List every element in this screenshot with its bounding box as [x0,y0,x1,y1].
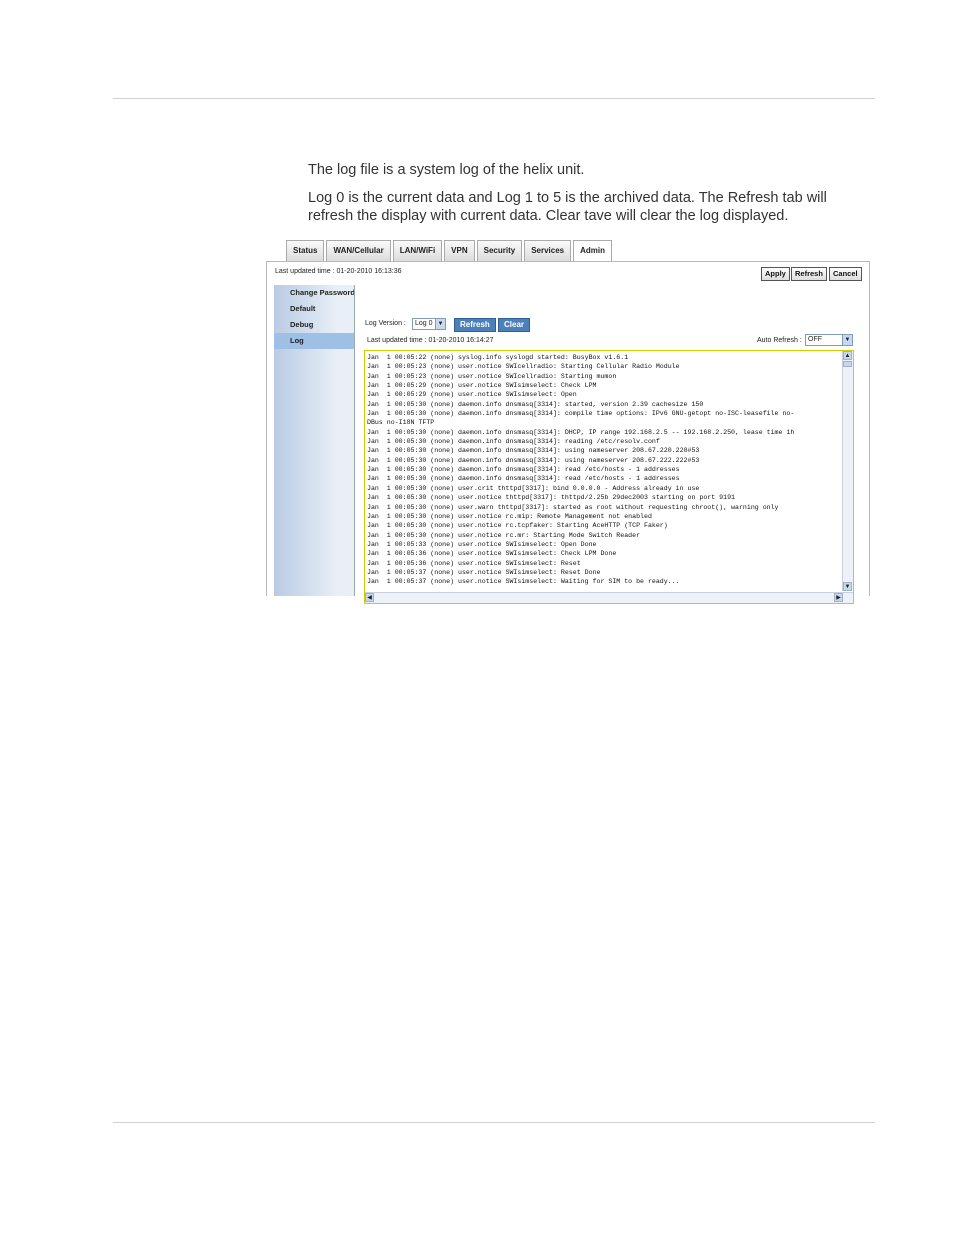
log-line: Jan 1 00:05:30 (none) daemon.info dnsmas… [367,410,795,418]
log-line: Jan 1 00:05:29 (none) user.notice SWIsim… [367,391,577,399]
log-version-label: Log Version : [365,320,406,327]
scroll-right-icon[interactable]: ▶ [834,593,843,602]
header-rule [113,98,875,99]
header-refresh-button[interactable]: Refresh [791,267,827,281]
log-line: Jan 1 00:05:29 (none) user.notice SWIsim… [367,382,597,390]
log-version-select[interactable]: Log 0 ▼ [412,318,446,330]
cancel-button[interactable]: Cancel [829,267,862,281]
description-paragraph: Log 0 is the current data and Log 1 to 5… [308,190,827,224]
tab-admin[interactable]: Admin [573,240,613,263]
auto-refresh-value: OFF [808,336,822,343]
scroll-up-icon[interactable]: ▲ [843,351,852,360]
log-textarea[interactable]: Jan 1 00:05:22 (none) syslog.info syslog… [364,350,854,604]
log-line: Jan 1 00:05:30 (none) user.notice thttpd… [367,494,735,502]
log-line: Jan 1 00:05:30 (none) daemon.info dnsmas… [367,456,700,464]
scroll-left-icon[interactable]: ◀ [365,593,374,602]
tab-services[interactable]: Services [524,240,572,261]
scroll-down-icon[interactable]: ▼ [843,582,852,591]
sidebar-item-log[interactable]: Log [274,333,354,349]
header-last-updated: Last updated time : 01-20-2010 16:13:36 [275,268,402,275]
log-line: Jan 1 00:05:23 (none) user.notice SWIcel… [367,363,680,371]
tab-bar: Status WAN/Cellular LAN/WiFi VPN Securit… [286,240,614,263]
footer-rule [113,1122,875,1123]
admin-panel: Last updated time : 01-20-2010 16:13:36 … [266,261,870,604]
tab-wan-cellular[interactable]: WAN/Cellular [326,240,391,261]
log-line: Jan 1 00:05:30 (none) daemon.info dnsmas… [367,475,680,483]
log-line: Jan 1 00:05:30 (none) daemon.info dnsmas… [367,400,704,408]
log-last-updated: Last updated time : 01-20-2010 16:14:27 [367,337,494,344]
log-line: Jan 1 00:05:30 (none) daemon.info dnsmas… [367,428,795,436]
apply-button[interactable]: Apply [761,267,790,281]
log-lines: Jan 1 00:05:22 (none) syslog.info syslog… [367,353,837,587]
log-line: Jan 1 00:05:22 (none) syslog.info syslog… [367,354,629,361]
auto-refresh-label: Auto Refresh : [757,337,802,344]
tab-status[interactable]: Status [286,240,325,261]
log-line: Jan 1 00:05:30 (none) user.notice rc.mip… [367,512,652,520]
log-version-value: Log 0 [415,320,433,327]
tab-lan-wifi[interactable]: LAN/WiFi [392,240,443,261]
log-line: Jan 1 00:05:30 (none) user.notice rc.mr:… [367,531,641,539]
log-refresh-button[interactable]: Refresh [454,318,496,332]
intro-paragraph: The log file is a system log of the heli… [308,162,585,178]
log-line: Jan 1 00:05:36 (none) user.notice SWIsim… [367,559,581,567]
chevron-down-icon: ▼ [435,319,445,329]
log-line: DBus no-I18N TFTP [367,419,435,427]
horizontal-scrollbar[interactable]: ◀ ▶ [365,592,853,603]
log-line: Jan 1 00:05:23 (none) user.notice SWIcel… [367,372,617,380]
tab-security[interactable]: Security [476,240,523,261]
tab-vpn[interactable]: VPN [444,240,475,261]
sidebar-item-change-password[interactable]: Change Password [274,285,354,301]
log-line: Jan 1 00:05:30 (none) daemon.info dnsmas… [367,447,700,455]
admin-sidebar: Change Password Default Debug Log [274,285,355,596]
log-line: Jan 1 00:05:30 (none) user.notice rc.tcp… [367,522,668,530]
sidebar-item-default[interactable]: Default [274,301,354,317]
log-line: Jan 1 00:05:30 (none) daemon.info dnsmas… [367,438,660,446]
log-clear-button[interactable]: Clear [498,318,531,332]
auto-refresh-select[interactable]: OFF ▼ [805,334,853,346]
log-line: Jan 1 00:05:30 (none) user.warn thttpd[3… [367,503,779,511]
log-line: Jan 1 00:05:30 (none) daemon.info dnsmas… [367,466,680,474]
vertical-scrollbar[interactable]: ▲ ▼ [842,351,853,591]
scroll-thumb[interactable] [843,361,852,367]
log-line: Jan 1 00:05:30 (none) user.crit thttpd[3… [367,484,700,492]
admin-log-screenshot: Status WAN/Cellular LAN/WiFi VPN Securit… [266,240,870,604]
log-line: Jan 1 00:05:33 (none) user.notice SWIsim… [367,540,597,548]
log-line: Jan 1 00:05:36 (none) user.notice SWIsim… [367,550,617,558]
log-line: Jan 1 00:05:37 (none) user.notice SWIsim… [367,578,680,586]
log-line: Jan 1 00:05:37 (none) user.notice SWIsim… [367,568,601,576]
chevron-down-icon: ▼ [842,335,852,345]
sidebar-item-debug[interactable]: Debug [274,317,354,333]
